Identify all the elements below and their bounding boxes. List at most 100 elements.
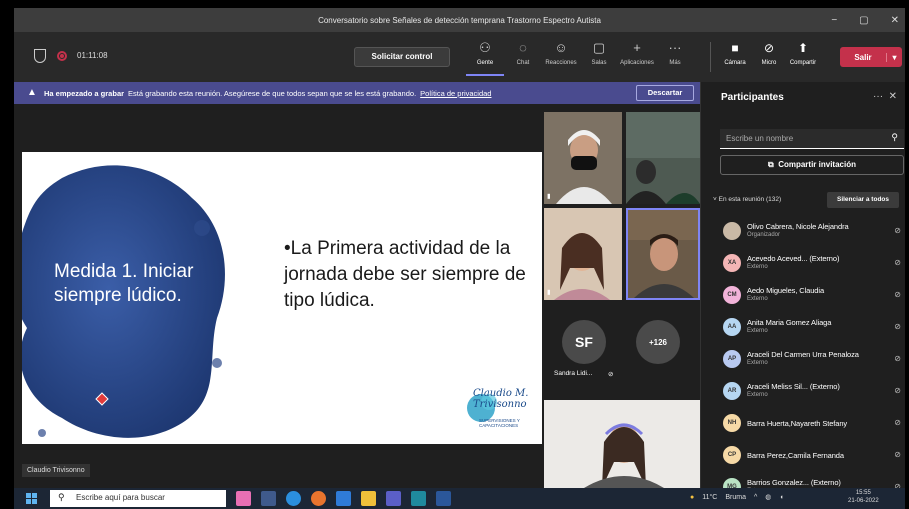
slide-title: Medida 1. Iniciar siempre lúdico.	[54, 261, 194, 306]
participant-row[interactable]: NH Barra Huerta,Nayareth Stefany ⊘	[723, 410, 903, 442]
more-icon: ···	[668, 40, 682, 55]
reactions-button[interactable]: ☺ Reacciones	[542, 38, 580, 76]
file-explorer-icon[interactable]	[361, 491, 376, 506]
rooms-label: Salas	[591, 60, 607, 66]
task-view-icon[interactable]	[261, 491, 276, 506]
video-tile-2[interactable]	[626, 112, 700, 204]
meeting-stage: Medida 1. Iniciar siempre lúdico. •La Pr…	[14, 104, 700, 488]
network-icon[interactable]: ◍	[765, 493, 771, 501]
camera-icon: ■	[731, 41, 739, 55]
privacy-link[interactable]: Política de privacidad	[420, 89, 491, 98]
participant-name: Barra Perez,Camila Fernanda	[747, 451, 844, 460]
mute-all-button[interactable]: Silenciar a todos	[827, 192, 899, 208]
pin-icon: ▮	[547, 289, 551, 296]
toolbar-divider	[710, 42, 711, 72]
video-tile-4[interactable]	[544, 400, 700, 488]
weather-location: Bruma	[725, 493, 746, 501]
rooms-button[interactable]: ▢ Salas	[580, 38, 618, 76]
warning-icon: ▲	[27, 87, 37, 98]
chat-button[interactable]: ◌ Chat	[504, 38, 542, 76]
chevron-down-icon: ˅	[713, 196, 717, 203]
chat-label: Chat	[516, 60, 530, 66]
share-button[interactable]: ⬆ Compartir	[786, 38, 820, 66]
recording-banner: ▲ Ha empezado a grabar Está grabando est…	[14, 82, 700, 104]
reactions-icon: ☺	[554, 40, 568, 55]
taskbar-search-placeholder: Escribe aquí para buscar	[76, 493, 165, 502]
mic-button[interactable]: ⊘ Micro	[752, 38, 786, 66]
camera-button[interactable]: ■ Cámara	[718, 38, 752, 66]
dismiss-button[interactable]: Descartar	[636, 85, 694, 101]
video-tile-speaker[interactable]	[626, 208, 700, 300]
volume-icon[interactable]: ◖	[779, 494, 783, 501]
participant-video	[544, 208, 622, 300]
widget-app-icon[interactable]	[236, 491, 251, 506]
participant-row[interactable]: CM Aedo Migueles, Claudia Externo ⊘	[723, 282, 903, 314]
taskbar-clock[interactable]: 15:55 21-06-2022	[848, 489, 879, 505]
more-button[interactable]: ··· Más	[656, 38, 694, 76]
meeting-tools: ⚇ Gente ◌ Chat ☺ Reacciones ▢ Salas + Ap…	[466, 38, 694, 76]
share-invite-button[interactable]: ⧉ Compartir invitación	[720, 155, 904, 175]
in-meeting-header[interactable]: ˅ En esta reunión (132)	[713, 196, 781, 203]
video-tile-1[interactable]: ▮	[544, 112, 622, 204]
shared-slide: Medida 1. Iniciar siempre lúdico. •La Pr…	[22, 152, 542, 444]
mic-off-icon: ⊘	[894, 258, 901, 267]
overflow-participants-button[interactable]: +126	[636, 320, 680, 364]
store-icon[interactable]	[336, 491, 351, 506]
participant-row[interactable]: AR Araceli Meliss Sil... (Externo) Exter…	[723, 378, 903, 410]
people-button[interactable]: ⚇ Gente	[466, 38, 504, 76]
camera-label: Cámara	[724, 60, 746, 66]
taskbar-search-input[interactable]: ⚲ Escribe aquí para buscar	[50, 490, 226, 507]
participant-tile-name: Sandra Lidi...	[554, 370, 593, 377]
logo-subtitle: SUPERVISIONES Y CAPACITACIONES	[479, 418, 520, 428]
participant-row[interactable]: AP Araceli Del Carmen Urra Penaloza Exte…	[723, 346, 903, 378]
firefox-icon[interactable]	[311, 491, 326, 506]
word-icon[interactable]	[436, 491, 451, 506]
mic-off-icon: ⊘	[763, 41, 775, 55]
participants-panel: Participantes ··· ✕ Escribe un nombre ⚲ …	[700, 82, 905, 496]
participant-avatar[interactable]: SF	[562, 320, 606, 364]
avatar: AP	[723, 350, 741, 368]
weather-temp[interactable]: 11°C	[702, 494, 717, 501]
windows-start-icon[interactable]	[26, 493, 37, 504]
participant-name: Aedo Migueles, Claudia	[747, 286, 825, 295]
participant-name: Araceli Del Carmen Urra Penaloza	[747, 350, 859, 359]
participant-name: Olivo Cabrera, Nicole Alejandra	[747, 222, 849, 231]
mic-off-icon: ⊘	[894, 418, 901, 427]
mic-off-icon: ⊘	[894, 290, 901, 299]
leave-button[interactable]: Salir ▾	[840, 47, 902, 67]
people-icon: ⚇	[479, 40, 491, 55]
participant-row[interactable]: XA Acevedo Aceved... (Externo) Externo ⊘	[723, 250, 903, 282]
apps-button[interactable]: + Aplicaciones	[618, 38, 656, 76]
close-icon[interactable]: ✕	[891, 15, 899, 26]
teams-icon[interactable]	[386, 491, 401, 506]
participant-name: Barrios Gonzalez... (Externo)	[747, 478, 841, 487]
participant-role: Externo	[747, 360, 768, 366]
more-label: Más	[669, 60, 681, 66]
request-control-button[interactable]: Solicitar control	[354, 47, 450, 67]
participant-name: Anita Maria Gomez Aliaga	[747, 318, 832, 327]
edge-icon[interactable]	[286, 491, 301, 506]
avatar: NH	[723, 414, 741, 432]
maximize-icon[interactable]: ▢	[859, 15, 868, 26]
system-tray: ● 11°C Bruma ^ ◍ ◖	[690, 493, 784, 502]
participant-search-input[interactable]: Escribe un nombre ⚲	[720, 129, 904, 149]
chevron-up-icon[interactable]: ^	[754, 494, 757, 501]
minimize-icon[interactable]: −	[831, 15, 837, 26]
outlook-icon[interactable]	[411, 491, 426, 506]
leave-label: Salir	[854, 52, 872, 62]
shield-icon[interactable]	[34, 49, 46, 63]
video-tile-3[interactable]: ▮	[544, 208, 622, 300]
mic-off-icon: ⊘	[894, 386, 901, 395]
clock-time: 15:55	[855, 490, 871, 496]
participant-role: Externo	[747, 392, 768, 398]
participant-row[interactable]: AA Anita Maria Gomez Aliaga Externo ⊘	[723, 314, 903, 346]
more-options-icon[interactable]: ···	[873, 91, 883, 102]
chevron-down-icon[interactable]: ▾	[886, 52, 902, 62]
participant-row[interactable]: CP Barra Perez,Camila Fernanda ⊘	[723, 442, 903, 474]
avatar: AR	[723, 382, 741, 400]
share-icon: ⬆	[797, 41, 809, 55]
close-panel-icon[interactable]: ✕	[889, 91, 897, 102]
search-icon: ⚲	[891, 132, 898, 142]
people-label: Gente	[476, 60, 494, 66]
participant-row[interactable]: Olivo Cabrera, Nicole Alejandra Organiza…	[723, 218, 903, 250]
